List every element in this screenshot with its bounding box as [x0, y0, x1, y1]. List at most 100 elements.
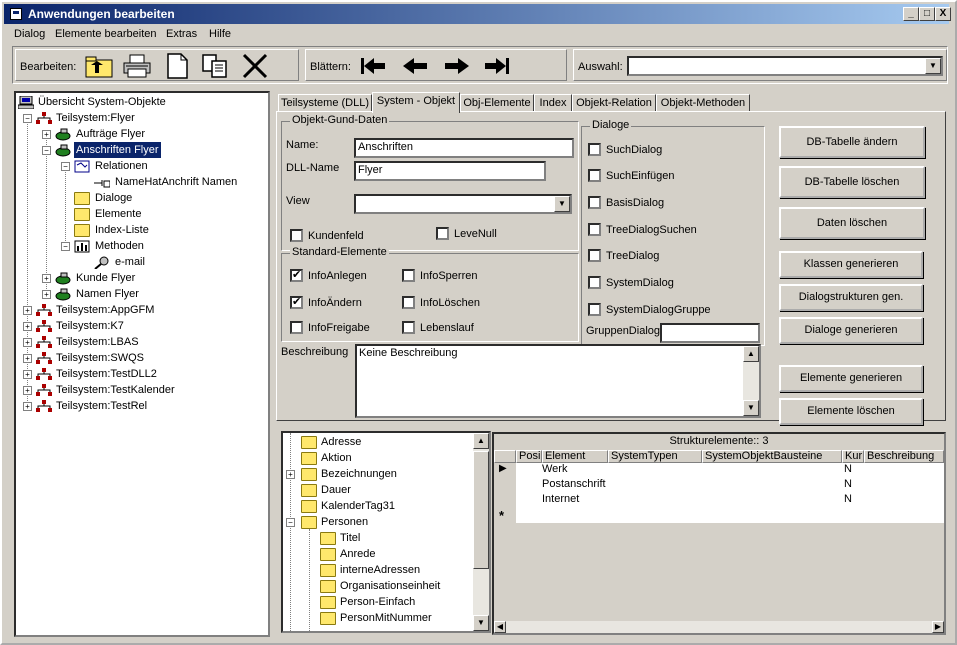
- type-item[interactable]: KalenderTag31: [321, 498, 395, 514]
- grid-header-element[interactable]: Element: [542, 450, 608, 463]
- previous-record-icon[interactable]: [400, 53, 430, 79]
- new-document-icon[interactable]: [162, 53, 192, 79]
- db-tabelle-andern-button[interactable]: DB-Tabelle ändern: [779, 126, 925, 158]
- treedialogsuchen-checkbox[interactable]: [588, 223, 601, 236]
- type-item[interactable]: Dauer: [321, 482, 351, 498]
- scroll-right-icon[interactable]: ▶: [932, 621, 944, 633]
- expand-icon[interactable]: +: [42, 130, 51, 139]
- printer-icon[interactable]: [122, 53, 152, 79]
- folder-up-icon[interactable]: [84, 53, 114, 79]
- tree-item[interactable]: e-mail: [115, 254, 145, 270]
- infofreigabe-checkbox[interactable]: [290, 321, 303, 334]
- collapse-icon[interactable]: −: [42, 146, 51, 155]
- tree-item[interactable]: Teilsystem:TestRel: [56, 398, 147, 414]
- structure-elements-grid[interactable]: Strukturelemente:: 3 Posi Element System…: [492, 432, 946, 635]
- type-item[interactable]: Titel: [340, 530, 360, 546]
- tree-item[interactable]: NameHatAnchrift Namen: [115, 174, 237, 190]
- element-type-tree[interactable]: Adresse Aktion + Bezeichnungen Dauer Kal…: [281, 431, 491, 633]
- type-item[interactable]: interneAdressen: [340, 562, 420, 578]
- type-item[interactable]: Personen: [321, 514, 368, 530]
- menu-dialog[interactable]: Dialog: [14, 28, 45, 40]
- type-item[interactable]: Adresse: [321, 434, 361, 450]
- tree-item[interactable]: Kunde Flyer: [76, 270, 135, 286]
- expand-icon[interactable]: +: [23, 354, 32, 363]
- tree-item[interactable]: Teilsystem:TestDLL2: [56, 366, 157, 382]
- type-item[interactable]: Person-Einfach: [340, 594, 415, 610]
- scroll-up-icon[interactable]: ▲: [473, 433, 489, 449]
- type-tree-scrollbar[interactable]: ▲ ▼: [473, 433, 489, 631]
- collapse-icon[interactable]: −: [23, 114, 32, 123]
- type-item[interactable]: Anrede: [340, 546, 375, 562]
- tab-system-objekt[interactable]: System - Objekt: [372, 92, 460, 113]
- tree-item[interactable]: Teilsystem:LBAS: [56, 334, 139, 350]
- system-object-tree[interactable]: Übersicht System-Objekte − Teilsystem:Fl…: [14, 91, 270, 637]
- collapse-icon[interactable]: −: [61, 162, 70, 171]
- type-item[interactable]: PersonMitNummer: [340, 610, 432, 626]
- grid-cell-element[interactable]: Werk: [542, 463, 567, 475]
- grid-header-bausteine[interactable]: SystemObjektBausteine: [702, 450, 842, 463]
- tree-item[interactable]: Teilsystem:SWQS: [56, 350, 144, 366]
- daten-loschen-button[interactable]: Daten löschen: [779, 207, 925, 239]
- kundenfeld-checkbox[interactable]: [290, 229, 303, 242]
- infoandern-checkbox[interactable]: ✔: [290, 296, 303, 309]
- infosperren-checkbox[interactable]: [402, 269, 415, 282]
- tab-teilsysteme[interactable]: Teilsysteme (DLL): [278, 94, 372, 112]
- collapse-icon[interactable]: −: [286, 518, 295, 527]
- tree-item[interactable]: Namen Flyer: [76, 286, 139, 302]
- beschreibung-scrollbar[interactable]: ▲ ▼: [743, 346, 759, 416]
- lebenslauf-checkbox[interactable]: [402, 321, 415, 334]
- name-field[interactable]: Anschriften: [354, 138, 574, 158]
- tree-item[interactable]: Teilsystem:AppGFM: [56, 302, 154, 318]
- grid-hscrollbar[interactable]: ◀ ▶: [494, 621, 944, 633]
- scroll-down-icon[interactable]: ▼: [473, 615, 489, 631]
- menu-hilfe[interactable]: Hilfe: [209, 28, 231, 40]
- minimize-button[interactable]: _: [903, 7, 919, 21]
- levenull-checkbox[interactable]: [436, 227, 449, 240]
- tree-item[interactable]: Index-Liste: [95, 222, 149, 238]
- tree-root[interactable]: Übersicht System-Objekte: [38, 94, 166, 110]
- menu-elemente-bearbeiten[interactable]: Elemente bearbeiten: [55, 28, 157, 40]
- copy-icon[interactable]: [200, 53, 230, 79]
- basisdialog-checkbox[interactable]: [588, 196, 601, 209]
- grid-header-kur[interactable]: Kur: [842, 450, 864, 463]
- tree-item-selected[interactable]: Anschriften Flyer: [73, 141, 162, 159]
- collapse-icon[interactable]: −: [61, 242, 70, 251]
- menu-extras[interactable]: Extras: [166, 28, 197, 40]
- expand-icon[interactable]: +: [42, 290, 51, 299]
- select-combobox[interactable]: ▼: [627, 56, 943, 76]
- dialoge-generieren-button[interactable]: Dialoge generieren: [779, 317, 923, 344]
- expand-icon[interactable]: +: [23, 322, 32, 331]
- db-tabelle-loschen-button[interactable]: DB-Tabelle löschen: [779, 166, 925, 198]
- suchdialog-checkbox[interactable]: [588, 143, 601, 156]
- tab-objekt-relation[interactable]: Objekt-Relation: [572, 94, 656, 112]
- next-record-icon[interactable]: [442, 53, 472, 79]
- tree-item[interactable]: Relationen: [95, 158, 148, 174]
- systemdialog-checkbox[interactable]: [588, 276, 601, 289]
- view-combobox[interactable]: ▼: [354, 194, 572, 214]
- systemdialoggruppe-checkbox[interactable]: [588, 303, 601, 316]
- type-item[interactable]: Aktion: [321, 450, 352, 466]
- tree-item[interactable]: Elemente: [95, 206, 141, 222]
- type-item[interactable]: Organisationseinheit: [340, 578, 440, 594]
- expand-icon[interactable]: +: [286, 470, 295, 479]
- first-record-icon[interactable]: [358, 53, 388, 79]
- elemente-loschen-button[interactable]: Elemente löschen: [779, 398, 923, 425]
- close-button[interactable]: X: [935, 7, 951, 21]
- dialogstrukturen-button[interactable]: Dialogstrukturen gen.: [779, 284, 923, 311]
- title-bar[interactable]: Anwendungen bearbeiten _ □ X: [4, 4, 951, 24]
- tree-item[interactable]: Teilsystem:TestKalender: [56, 382, 175, 398]
- sucheinfugen-checkbox[interactable]: [588, 169, 601, 182]
- scroll-down-icon[interactable]: ▼: [743, 400, 759, 416]
- tree-item[interactable]: Teilsystem:K7: [56, 318, 124, 334]
- tab-index[interactable]: Index: [534, 94, 572, 112]
- expand-icon[interactable]: +: [42, 274, 51, 283]
- expand-icon[interactable]: +: [23, 402, 32, 411]
- grid-cell-kur[interactable]: N: [844, 478, 852, 490]
- maximize-button[interactable]: □: [919, 7, 935, 21]
- chevron-down-icon[interactable]: ▼: [554, 196, 570, 212]
- grid-cell-element[interactable]: Internet: [542, 493, 579, 505]
- infoanlegen-checkbox[interactable]: ✔: [290, 269, 303, 282]
- delete-icon[interactable]: [240, 53, 270, 79]
- chevron-down-icon[interactable]: ▼: [925, 58, 941, 74]
- treedialog-checkbox[interactable]: [588, 249, 601, 262]
